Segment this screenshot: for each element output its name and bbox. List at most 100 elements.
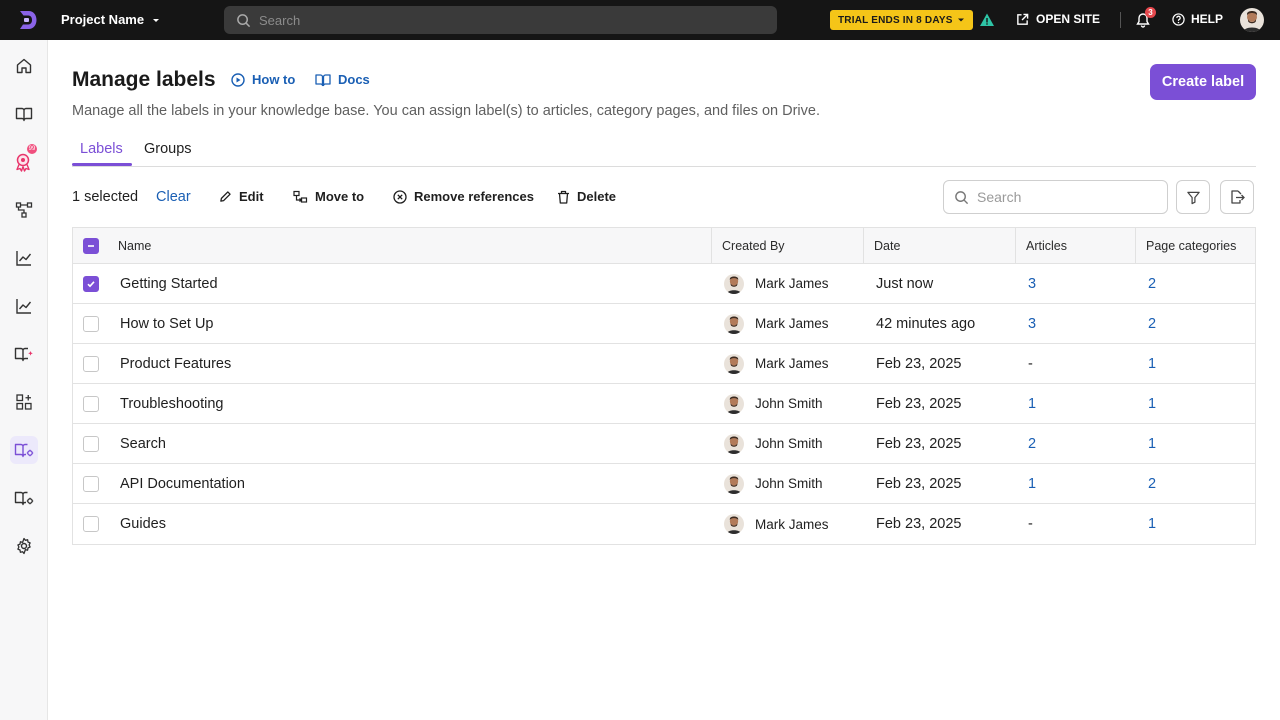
label-name[interactable]: Getting Started — [120, 264, 218, 303]
user-avatar[interactable] — [1240, 8, 1264, 32]
filter-icon — [1186, 191, 1200, 204]
row-checkbox-cell[interactable] — [83, 384, 99, 423]
app-logo[interactable] — [16, 8, 40, 32]
page-categories-count[interactable]: 1 — [1148, 504, 1156, 544]
page-categories-count[interactable]: 2 — [1148, 304, 1156, 343]
delete-button[interactable]: Delete — [557, 189, 616, 204]
table-row[interactable]: Product Features Mark James Feb 23, 2025 - 1 — [73, 344, 1255, 384]
row-checkbox-cell[interactable] — [83, 304, 99, 343]
table-row[interactable]: Search John Smith Feb 23, 2025 2 1 — [73, 424, 1255, 464]
column-header-articles[interactable]: Articles — [1026, 228, 1067, 263]
clear-selection-button[interactable]: Clear — [156, 189, 191, 205]
select-all-checkbox[interactable] — [83, 228, 99, 263]
table-row[interactable]: Getting Started Mark James Just now 3 2 — [73, 264, 1255, 304]
move-to-button[interactable]: Move to — [293, 189, 364, 204]
help-link[interactable]: HELP — [1172, 12, 1223, 26]
page-categories-count[interactable]: 2 — [1148, 264, 1156, 303]
column-header-name[interactable]: Name — [118, 228, 151, 263]
labels-table: Name Created By Date Articles Page categ… — [72, 227, 1256, 545]
column-header-page-categories[interactable]: Page categories — [1146, 228, 1236, 263]
row-checkbox[interactable] — [83, 355, 99, 372]
column-divider — [863, 228, 864, 263]
articles-count[interactable]: 3 — [1028, 304, 1036, 343]
articles-count[interactable]: 1 — [1028, 464, 1036, 503]
articles-count[interactable]: 3 — [1028, 264, 1036, 303]
global-search-input[interactable] — [259, 12, 739, 28]
remove-references-label: Remove references — [414, 189, 534, 204]
label-name[interactable]: Product Features — [120, 344, 231, 383]
sidebar-item-workflow[interactable] — [10, 196, 38, 224]
creator-name: Mark James — [755, 276, 829, 291]
project-switcher[interactable]: Project Name — [61, 12, 162, 27]
docs-link[interactable]: Docs — [315, 72, 370, 87]
open-site-link[interactable]: OPEN SITE — [1016, 12, 1100, 26]
workflow-icon — [15, 202, 33, 218]
sidebar-item-home[interactable] — [10, 52, 38, 80]
page-categories-count[interactable]: 1 — [1148, 424, 1156, 463]
label-name[interactable]: Search — [120, 424, 166, 463]
created-by-cell: Mark James — [724, 304, 829, 343]
row-checkbox[interactable] — [83, 395, 99, 412]
export-button[interactable] — [1220, 180, 1254, 214]
row-checkbox[interactable] — [83, 435, 99, 452]
page-categories-count[interactable]: 1 — [1148, 344, 1156, 383]
tab-groups[interactable]: Groups — [144, 141, 192, 157]
sidebar-item-whats-new[interactable]: 99 — [10, 144, 38, 176]
avatar — [724, 273, 744, 294]
row-checkbox-cell[interactable] — [83, 424, 99, 463]
column-header-date[interactable]: Date — [874, 228, 900, 263]
date-cell: Feb 23, 2025 — [876, 475, 962, 492]
row-checkbox-cell[interactable] — [83, 464, 99, 503]
how-to-link[interactable]: How to — [231, 72, 295, 87]
date-cell: Feb 23, 2025 — [876, 355, 962, 372]
trial-badge[interactable]: TRIAL ENDS IN 8 DAYS — [830, 10, 973, 30]
sidebar-item-reports[interactable] — [10, 292, 38, 320]
row-checkbox[interactable] — [83, 315, 99, 332]
table-row[interactable]: Guides Mark James Feb 23, 2025 - 1 — [73, 504, 1255, 544]
warning-icon[interactable] — [979, 12, 995, 28]
tab-labels[interactable]: Labels — [80, 141, 123, 157]
sidebar-item-settings[interactable] — [10, 532, 38, 560]
page-title: Manage labels — [72, 68, 216, 91]
table-row[interactable]: API Documentation John Smith Feb 23, 2025 1… — [73, 464, 1255, 504]
filter-button[interactable] — [1176, 180, 1210, 214]
table-row[interactable]: Troubleshooting John Smith Feb 23, 2025 1 1 — [73, 384, 1255, 424]
row-checkbox-cell[interactable] — [83, 504, 99, 544]
sidebar-item-documentation[interactable] — [10, 100, 38, 128]
play-circle-icon — [231, 72, 245, 87]
row-checkbox[interactable] — [83, 275, 99, 292]
book-icon — [15, 107, 33, 122]
column-header-created-by[interactable]: Created By — [722, 228, 785, 263]
indeterminate-checkbox[interactable] — [83, 237, 99, 254]
articles-count[interactable]: 1 — [1028, 384, 1036, 423]
divider — [1120, 12, 1121, 28]
row-checkbox-cell[interactable] — [83, 264, 99, 303]
page-categories-count[interactable]: 1 — [1148, 384, 1156, 423]
sidebar-item-knowledge-base-settings[interactable] — [10, 436, 38, 464]
row-checkbox[interactable] — [83, 475, 99, 492]
global-search[interactable] — [224, 6, 777, 34]
label-name[interactable]: Guides — [120, 504, 166, 544]
table-search[interactable] — [943, 180, 1168, 214]
edit-button[interactable]: Edit — [219, 189, 264, 204]
chevron-down-icon — [153, 18, 160, 22]
table-row[interactable]: How to Set Up Mark James 42 minutes ago 3 2 — [73, 304, 1255, 344]
page-categories-count[interactable]: 2 — [1148, 464, 1156, 503]
create-label-button[interactable]: Create label — [1150, 64, 1256, 100]
ai-book-icon — [14, 347, 33, 362]
label-name[interactable]: Troubleshooting — [120, 384, 223, 423]
row-checkbox[interactable] — [83, 516, 99, 532]
sidebar-item-analytics[interactable] — [10, 244, 38, 272]
sidebar-item-ai[interactable] — [10, 340, 38, 368]
articles-count[interactable]: 2 — [1028, 424, 1036, 463]
row-checkbox-cell[interactable] — [83, 344, 99, 383]
created-by-cell: Mark James — [724, 504, 829, 544]
analytics-icon — [16, 299, 32, 314]
remove-references-button[interactable]: Remove references — [393, 189, 534, 204]
pencil-icon — [220, 191, 231, 202]
label-name[interactable]: How to Set Up — [120, 304, 214, 343]
label-name[interactable]: API Documentation — [120, 464, 245, 503]
table-search-input[interactable] — [977, 189, 1157, 205]
sidebar-item-apps[interactable] — [10, 388, 38, 416]
sidebar-item-portal-settings[interactable] — [10, 484, 38, 512]
